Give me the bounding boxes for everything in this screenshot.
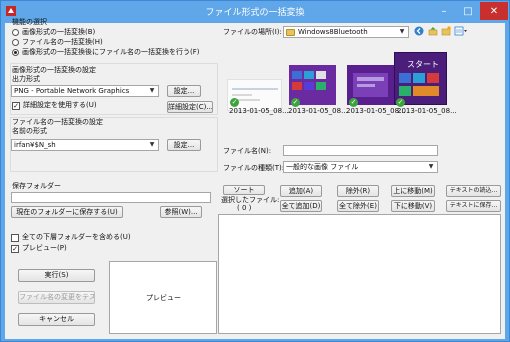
selected-check-icon: ✓ (230, 98, 239, 107)
load-text-button[interactable]: テキストの読込... (446, 185, 501, 197)
include-subfolders-label[interactable]: 全ての下層フォルダーを含める(U) (22, 233, 131, 242)
include-subfolders-checkbox[interactable] (11, 234, 19, 242)
radio-image-format[interactable] (12, 29, 19, 36)
detail-settings-button[interactable]: 詳細設定(C)... (167, 101, 213, 113)
close-icon: ✕ (489, 5, 499, 17)
save-text-button[interactable]: テキストに保存... (446, 200, 501, 212)
add-button[interactable]: 追加(A) (280, 185, 322, 197)
filetype-label: ファイルの種類(T): (223, 164, 285, 172)
view-menu-icon[interactable] (454, 26, 468, 36)
title-bar: ファイル形式の一括変換 – □ ✕ (1, 1, 509, 23)
add-all-button[interactable]: 全て追加(D) (280, 200, 322, 212)
radio-both[interactable] (12, 49, 19, 56)
radio-filename[interactable] (12, 39, 19, 46)
selected-check-icon: ✓ (396, 98, 405, 107)
function-select-title: 機能の選択 (12, 18, 47, 26)
name-format-select[interactable]: irfan¥$N_sh ▼ (11, 139, 159, 151)
chevron-down-icon: ▼ (428, 163, 434, 170)
filetype-value: 一般的な画像 ファイル (286, 163, 359, 171)
save-folder-label: 保存フォルダー (12, 182, 61, 190)
name-format-label: 名前の形式 (12, 127, 47, 135)
up-folder-icon[interactable] (428, 26, 438, 36)
save-current-folder-button[interactable]: 現在のフォルダーに保存する(U) (11, 206, 123, 218)
minimize-button[interactable]: – (432, 2, 456, 20)
browse-button[interactable]: 参照(W)... (160, 206, 202, 218)
filetype-select[interactable]: 一般的な画像 ファイル ▼ (283, 161, 438, 173)
format-settings-button[interactable]: 設定... (167, 85, 201, 97)
folder-icon (286, 29, 295, 36)
location-value: Windows8Bluetooth (298, 28, 368, 36)
new-folder-icon[interactable] (441, 26, 451, 36)
selected-check-icon: ✓ (349, 98, 358, 107)
location-select[interactable]: Windows8Bluetooth ▼ (283, 26, 409, 38)
cancel-button[interactable]: キャンセル (18, 313, 95, 326)
radio-both-label[interactable]: 画像形式の一括変換後にファイル名の一括変換を行う(F) (22, 48, 200, 57)
filename-input[interactable] (283, 145, 438, 156)
detail-settings-label[interactable]: 詳細設定を使用する(U) (23, 101, 97, 110)
save-folder-input[interactable] (11, 192, 211, 203)
move-up-button[interactable]: 上に移動(M) (391, 185, 435, 197)
chevron-down-icon: ▼ (399, 28, 405, 35)
minimize-icon: – (441, 5, 447, 17)
output-format-label: 出力形式 (12, 75, 40, 83)
run-button[interactable]: 実行(S) (18, 269, 95, 282)
thumbnail-4-label[interactable]: 2013-01-05_08... (397, 107, 457, 115)
maximize-button[interactable]: □ (456, 2, 480, 20)
chevron-down-icon: ▼ (149, 141, 155, 148)
client-area: 機能の選択 画像形式の一括変換(B) ファイル名の一括変換(H) 画像形式の一括… (5, 18, 505, 339)
selected-files-list[interactable] (218, 214, 501, 334)
location-label: ファイルの場所(I): (223, 28, 282, 36)
image-format-title: 画像形式の一括変換の設定 (12, 66, 96, 74)
thumbnail-1-label[interactable]: 2013-01-05_08... (229, 107, 289, 115)
radio-filename-label[interactable]: ファイル名の一括変換(H) (22, 38, 103, 47)
selected-check-icon: ✓ (291, 98, 300, 107)
thumbnail-2-label[interactable]: 2013-01-05_08... (288, 107, 348, 115)
preview-label[interactable]: プレビュー(P) (22, 244, 67, 253)
chevron-down-icon: ▼ (149, 87, 155, 94)
name-format-value: irfan¥$N_sh (14, 141, 56, 149)
remove-all-button[interactable]: 全て除外(E) (337, 200, 379, 212)
filename-conv-title: ファイル名の一括変換の設定 (12, 118, 103, 126)
selected-files-count: ( 0 ) (237, 204, 252, 212)
maximize-icon: □ (463, 5, 473, 17)
remove-button[interactable]: 除外(R) (337, 185, 379, 197)
output-format-select[interactable]: PNG - Portable Network Graphics ▼ (11, 85, 159, 97)
preview-panel-label: プレビュー (146, 294, 181, 302)
svg-text:スタート: スタート (407, 60, 439, 69)
detail-settings-checkbox[interactable]: ✓ (12, 102, 20, 110)
test-rename-button[interactable]: ファイル名の変更をテスト (18, 291, 95, 304)
sort-button[interactable]: ソート (223, 185, 265, 195)
back-icon[interactable] (414, 26, 424, 36)
app-window: ファイル形式の一括変換 – □ ✕ 機能の選択 画像形式の一括変換(B) ファイ… (0, 0, 510, 342)
name-settings-button[interactable]: 設定... (167, 139, 201, 151)
preview-checkbox[interactable]: ✓ (11, 245, 19, 253)
move-down-button[interactable]: 下に移動(V) (391, 200, 435, 212)
checkmark-icon: ✓ (13, 102, 19, 110)
filename-label: ファイル名(N): (223, 147, 272, 155)
checkmark-icon: ✓ (12, 245, 18, 253)
output-format-value: PNG - Portable Network Graphics (14, 87, 130, 95)
close-button[interactable]: ✕ (480, 2, 508, 20)
radio-image-format-label[interactable]: 画像形式の一括変換(B) (22, 28, 95, 37)
